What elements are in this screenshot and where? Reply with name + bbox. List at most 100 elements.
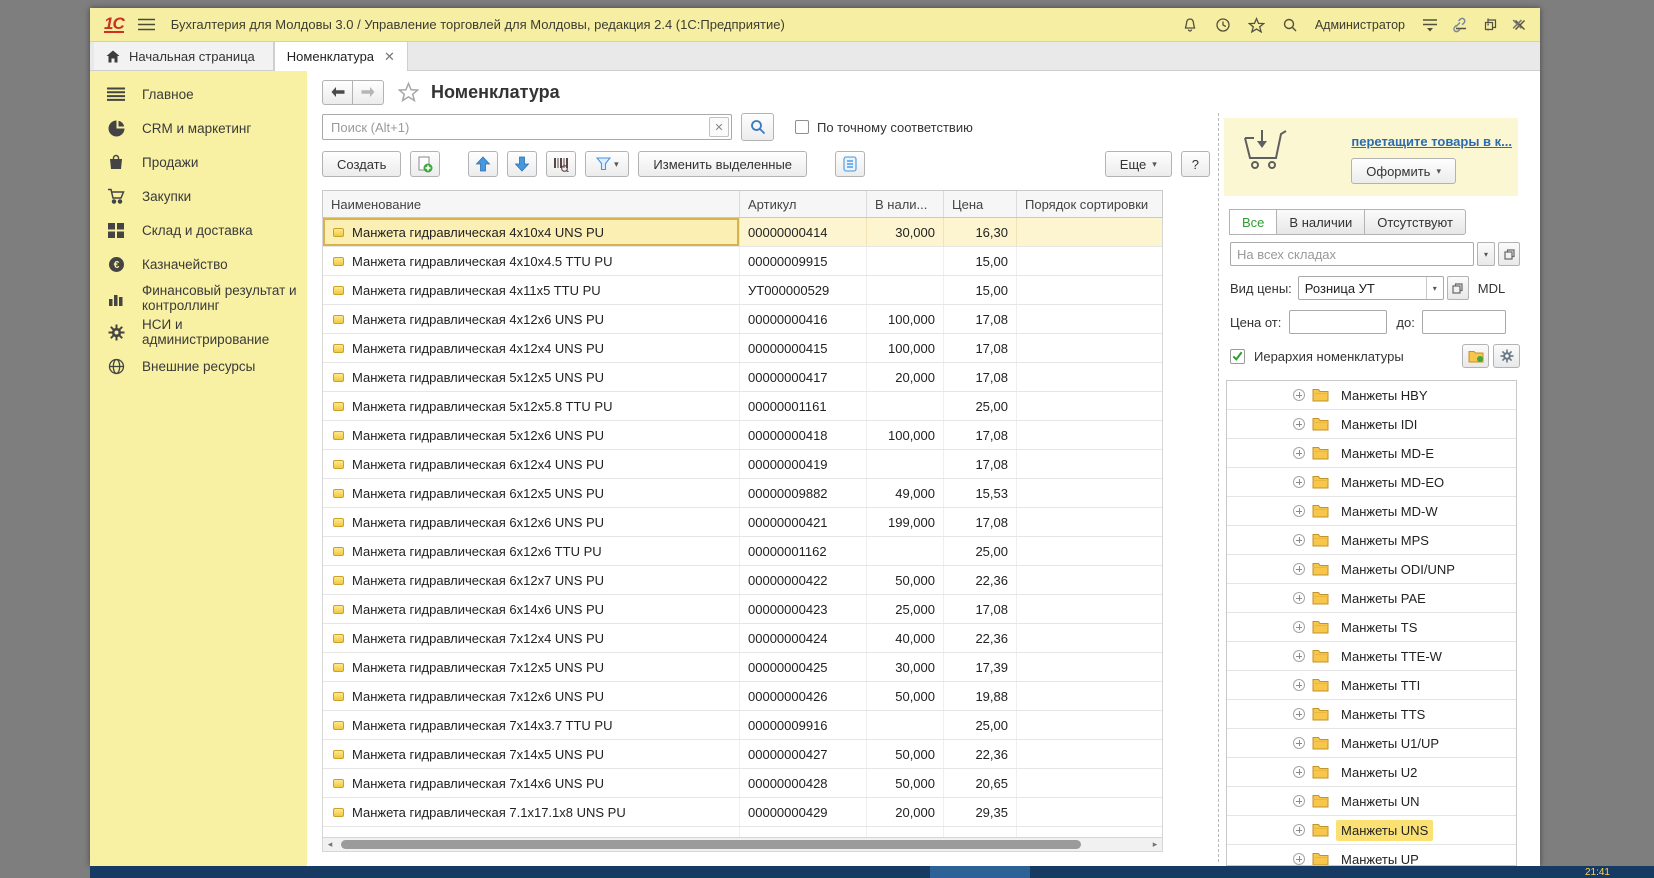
search-input[interactable] [322, 114, 732, 140]
tree-item[interactable]: Манжеты ODI/UNP [1227, 555, 1516, 584]
tab-home-page[interactable]: Начальная страница [94, 42, 274, 70]
back-button[interactable] [322, 80, 353, 105]
expand-icon[interactable] [1293, 534, 1305, 546]
price-type-open-icon[interactable] [1447, 276, 1469, 300]
expand-icon[interactable] [1293, 389, 1305, 401]
column-header-name[interactable]: Наименование [323, 191, 740, 217]
price-to-input[interactable] [1422, 310, 1506, 334]
scroll-left-icon[interactable]: ◂ [323, 838, 337, 851]
notifications-bell-icon[interactable] [1182, 17, 1198, 33]
tree-item[interactable]: Манжеты U2 [1227, 758, 1516, 787]
warehouse-open-icon[interactable] [1498, 242, 1520, 266]
favorite-star-icon[interactable] [398, 82, 419, 102]
table-row[interactable]: Манжета гидравлическая 7x12x4 UNS PU 000… [323, 624, 1162, 653]
sidebar-item-main[interactable]: Главное [90, 77, 307, 111]
expand-icon[interactable] [1293, 766, 1305, 778]
column-header-sort-order[interactable]: Порядок сортировки [1017, 191, 1164, 217]
tree-item[interactable]: Манжеты MD-E [1227, 439, 1516, 468]
price-from-input[interactable] [1289, 310, 1387, 334]
tree-item[interactable]: Манжеты MPS [1227, 526, 1516, 555]
sidebar-item-admin[interactable]: НСИ и администрирование [90, 315, 307, 349]
tree-item[interactable]: Манжеты UN [1227, 787, 1516, 816]
expand-icon[interactable] [1293, 447, 1305, 459]
tree-item[interactable]: Манжеты TS [1227, 613, 1516, 642]
sidebar-item-finance[interactable]: Финансовый результат и контроллинг [90, 281, 307, 315]
tree-item[interactable]: Манжеты TTE-W [1227, 642, 1516, 671]
tree-settings-button[interactable] [1493, 344, 1520, 368]
table-row[interactable]: Манжета гидравлическая 6x12x4 UNS PU 000… [323, 450, 1162, 479]
table-row[interactable]: Манжета гидравлическая 4x12x6 UNS PU 000… [323, 305, 1162, 334]
tab-close-icon[interactable]: ✕ [384, 49, 395, 65]
expand-icon[interactable] [1293, 737, 1305, 749]
tree-item[interactable]: Манжеты MD-EO [1227, 468, 1516, 497]
column-header-article[interactable]: Артикул [740, 191, 867, 217]
tree-item[interactable]: Манжеты UP [1227, 845, 1516, 866]
table-row[interactable]: Манжета гидравлическая 4x10x4.5 TTU PU 0… [323, 247, 1162, 276]
expand-icon[interactable] [1293, 795, 1305, 807]
get-link-icon[interactable] [1449, 17, 1466, 33]
tree-item[interactable]: Манжеты UNS [1227, 816, 1516, 845]
sidebar-item-purchases[interactable]: Закупки [90, 179, 307, 213]
table-row[interactable]: Манжета гидравлическая 5x12x5 UNS PU 000… [323, 363, 1162, 392]
move-up-button[interactable] [468, 151, 498, 177]
table-row[interactable]: Манжета гидравлическая 6x14x6 UNS PU 000… [323, 595, 1162, 624]
warehouse-input[interactable] [1230, 242, 1474, 266]
sidebar-item-warehouse[interactable]: Склад и доставка [90, 213, 307, 247]
panel-divider[interactable] [1218, 113, 1219, 862]
favorites-star-icon[interactable] [1248, 17, 1265, 33]
expand-icon[interactable] [1293, 650, 1305, 662]
sidebar-item-crm[interactable]: CRM и маркетинг [90, 111, 307, 145]
expand-icon[interactable] [1293, 679, 1305, 691]
table-row[interactable]: Манжета гидравлическая 5x12x5.8 TTU PU 0… [323, 392, 1162, 421]
sidebar-item-sales[interactable]: Продажи [90, 145, 307, 179]
expand-icon[interactable] [1293, 563, 1305, 575]
close-form-icon[interactable]: ✕ [1511, 15, 1524, 35]
checkout-button[interactable]: Оформить▾ [1351, 158, 1456, 184]
table-row[interactable]: Манжета гидравлическая 4x11x5 TTU PU УТ0… [323, 276, 1162, 305]
tree-item[interactable]: Манжеты MD-W [1227, 497, 1516, 526]
availability-tab[interactable]: Отсутствуют [1364, 209, 1466, 235]
group-actions-button[interactable] [1462, 344, 1489, 368]
drag-items-link[interactable]: перетащите товары в к... [1351, 134, 1512, 149]
availability-tab[interactable]: В наличии [1276, 209, 1365, 235]
expand-icon[interactable] [1293, 505, 1305, 517]
exact-match-checkbox[interactable] [795, 120, 809, 134]
scroll-right-icon[interactable]: ▸ [1148, 838, 1162, 851]
table-row[interactable]: Манжета гидравлическая 7x12x6 UNS PU 000… [323, 682, 1162, 711]
hierarchy-checkbox[interactable] [1230, 349, 1245, 364]
expand-icon[interactable] [1293, 476, 1305, 488]
more-button[interactable]: Еще▾ [1105, 151, 1172, 177]
tree-item[interactable]: Манжеты U1/UP [1227, 729, 1516, 758]
help-button[interactable]: ? [1181, 151, 1210, 177]
table-row[interactable]: Манжета гидравлическая 7.1x17.1x8 UNS PU… [323, 798, 1162, 827]
create-group-button[interactable] [410, 151, 440, 177]
tree-item[interactable]: Манжеты TTS [1227, 700, 1516, 729]
barcode-scan-button[interactable] [546, 151, 576, 177]
taskbar-active-app[interactable] [930, 866, 1030, 878]
report-button[interactable] [835, 151, 865, 177]
expand-icon[interactable] [1293, 621, 1305, 633]
table-row[interactable]: Манжета гидравлическая 6x12x6 TTU PU 000… [323, 537, 1162, 566]
expand-icon[interactable] [1293, 592, 1305, 604]
service-menu-icon[interactable] [1422, 18, 1438, 32]
tree-item[interactable]: Манжеты PAE [1227, 584, 1516, 613]
price-type-select[interactable]: Розница УТ ▾ [1298, 276, 1444, 300]
tab-nomenclature[interactable]: Номенклатура ✕ [274, 42, 408, 71]
more-actions-icon[interactable]: ⋮ [1481, 20, 1496, 30]
availability-tab[interactable]: Все [1229, 209, 1277, 235]
table-row[interactable]: Манжета гидравлическая 7x14x6 UNS PU 000… [323, 769, 1162, 798]
tree-item[interactable]: Манжеты IDI [1227, 410, 1516, 439]
search-button[interactable] [741, 113, 774, 141]
horizontal-scrollbar[interactable]: ◂ ▸ [322, 837, 1163, 852]
table-row[interactable]: Манжета гидравлическая 7x14x5 UNS PU 000… [323, 740, 1162, 769]
table-row[interactable]: Манжета гидравлическая 4x10x4 UNS PU 000… [323, 218, 1162, 247]
table-row[interactable]: Манжета гидравлическая 7x14x3.7 TTU PU 0… [323, 711, 1162, 740]
current-user[interactable]: Администратор [1315, 18, 1405, 32]
warehouse-dropdown-icon[interactable]: ▾ [1477, 242, 1495, 266]
table-row[interactable]: Манжета гидравлическая 7x12x5 UNS PU 000… [323, 653, 1162, 682]
table-row[interactable]: Манжета гидравлическая 5x12x6 UNS PU 000… [323, 421, 1162, 450]
table-row[interactable]: Манжета гидравлическая 6x12x5 UNS PU 000… [323, 479, 1162, 508]
history-icon[interactable] [1215, 17, 1231, 33]
expand-icon[interactable] [1293, 708, 1305, 720]
sidebar-item-treasury[interactable]: € Казначейство [90, 247, 307, 281]
